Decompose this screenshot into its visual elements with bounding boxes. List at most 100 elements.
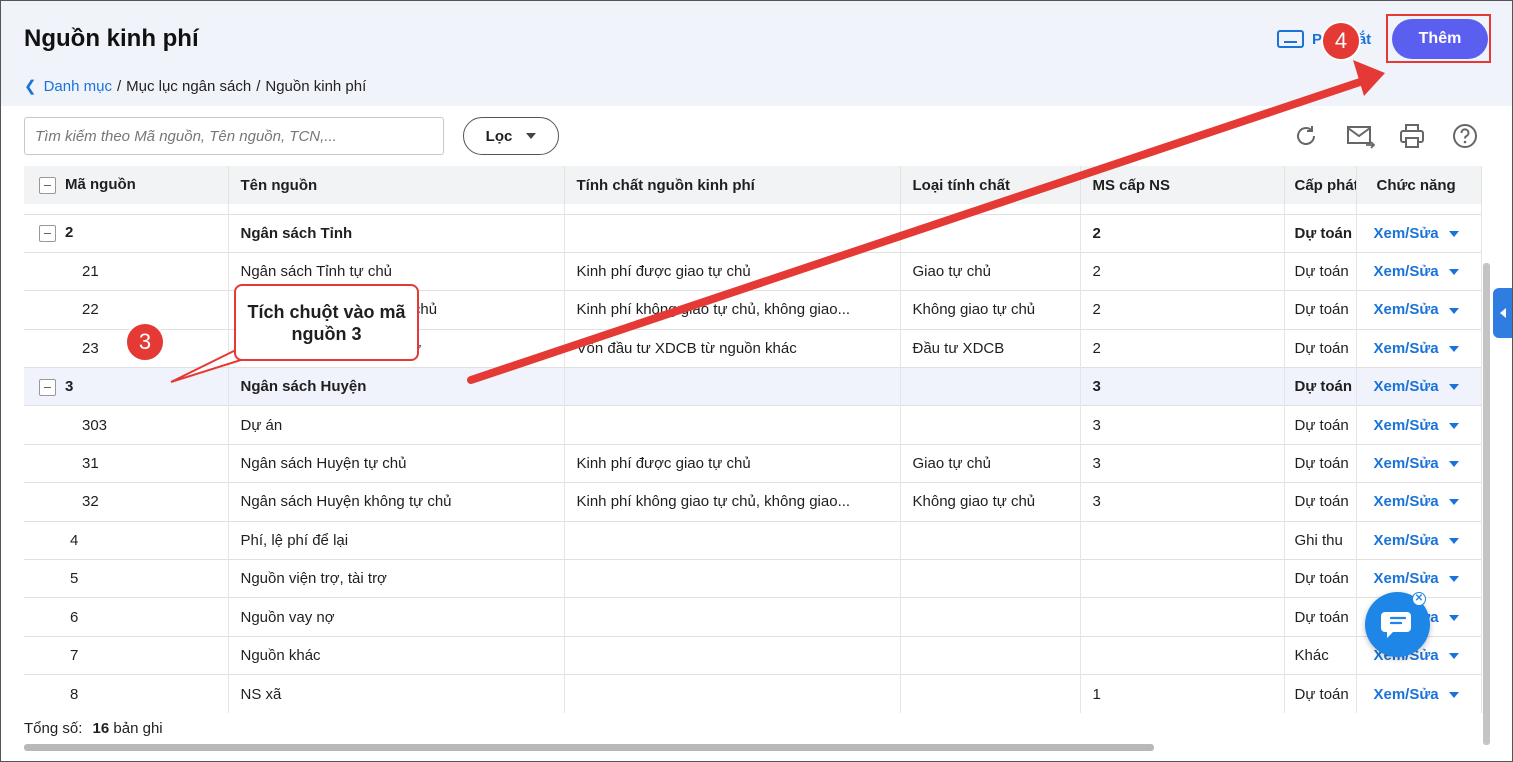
search-input[interactable] xyxy=(24,117,444,155)
column-header[interactable]: Mã nguồn xyxy=(24,166,229,204)
column-header[interactable]: Cấp phát xyxy=(1284,166,1357,204)
refresh-icon[interactable] xyxy=(1293,123,1319,149)
cell-nature xyxy=(564,559,901,598)
cell-type xyxy=(900,520,1081,560)
view-edit-link[interactable]: Xem/Sửa xyxy=(1374,263,1439,280)
horizontal-scrollbar[interactable] xyxy=(24,744,1154,751)
collapse-checkbox[interactable] xyxy=(39,378,56,396)
column-header[interactable]: Loại tính chất xyxy=(900,166,1081,204)
select-all-checkbox[interactable] xyxy=(39,176,56,194)
total-unit: bản ghi xyxy=(113,720,163,737)
cell-nature xyxy=(564,405,901,445)
chevron-down-icon[interactable] xyxy=(1448,269,1459,276)
step-badge-4: 4 xyxy=(1321,21,1361,61)
cell-code[interactable]: 4 xyxy=(24,520,229,560)
cell-code[interactable]: 2 xyxy=(24,213,229,253)
total-count: 16 xyxy=(92,720,110,737)
column-header[interactable]: Tính chất nguồn kinh phí xyxy=(564,166,901,204)
column-header[interactable]: MS cấp NS xyxy=(1080,166,1285,204)
email-icon[interactable] xyxy=(1346,123,1376,149)
chevron-down-icon[interactable] xyxy=(1448,614,1459,621)
cell-code[interactable]: 21 xyxy=(24,251,229,291)
help-icon[interactable] xyxy=(1452,123,1478,149)
cell-code[interactable]: 7 xyxy=(24,635,229,675)
chevron-down-icon[interactable] xyxy=(1448,499,1459,506)
table-row[interactable]: 32 Ngân sách Huyện không tự chủ Kinh phí k… xyxy=(24,482,1482,522)
cell-nature xyxy=(564,597,901,637)
view-edit-link[interactable]: Xem/Sửa xyxy=(1374,340,1439,357)
cell-type: Đầu tư XDCB xyxy=(900,328,1081,368)
toolbar: Lọc xyxy=(1,106,1512,164)
cell-cap: Dự toán xyxy=(1284,597,1357,637)
cell-cap: Dự toán xyxy=(1284,328,1357,368)
chevron-down-icon[interactable] xyxy=(1448,691,1459,698)
breadcrumb-back-link[interactable]: Danh mục xyxy=(44,78,112,95)
cell-code[interactable]: 6 xyxy=(24,597,229,637)
cell-code[interactable]: 32 xyxy=(24,482,229,522)
cell-nature xyxy=(564,635,901,675)
cell-ms: 3 xyxy=(1080,482,1285,522)
cell-ms xyxy=(1080,597,1285,637)
cell-cap: Ghi thu xyxy=(1284,520,1357,560)
page-title: Nguồn kinh phí xyxy=(24,25,199,52)
table-row[interactable]: 2 Ngân sách Tỉnh 2 Dự toán Xem/Sửa xyxy=(24,213,1482,253)
chevron-down-icon xyxy=(526,133,537,139)
table-row[interactable]: 4 Phí, lệ phí để lại Ghi thu Xem/Sửa xyxy=(24,520,1482,560)
table-row[interactable]: 8 NS xã 1 Dự toán Xem/Sửa xyxy=(24,674,1482,714)
cell-name: Nguồn viện trợ, tài trợ xyxy=(228,559,565,598)
collapse-checkbox[interactable] xyxy=(39,224,56,242)
table-row[interactable]: 6Nguồn vay nợDự toánXem/Sửa xyxy=(24,597,1482,637)
cell-code[interactable]: 303 xyxy=(24,405,229,445)
column-header[interactable]: Tên nguồn xyxy=(228,166,565,204)
chevron-left-icon[interactable]: ❮ xyxy=(24,77,37,95)
cell-type xyxy=(900,405,1081,445)
table-row[interactable]: 303 Dự án 3 Dự toán Xem/Sửa xyxy=(24,405,1482,445)
chevron-down-icon[interactable] xyxy=(1448,384,1459,391)
view-edit-link[interactable]: Xem/Sửa xyxy=(1374,225,1439,242)
filter-label: Lọc xyxy=(485,127,513,145)
column-header[interactable]: Chức năng xyxy=(1356,166,1482,204)
cell-cap: Dự toán xyxy=(1284,674,1357,714)
chevron-down-icon[interactable] xyxy=(1448,307,1459,314)
table-row[interactable]: 7Nguồn khácKhácXem/Sửa xyxy=(24,635,1482,675)
cell-code[interactable]: 22 xyxy=(24,290,229,330)
chevron-down-icon[interactable] xyxy=(1448,653,1459,660)
chevron-down-icon[interactable] xyxy=(1448,230,1459,237)
side-panel-toggle[interactable] xyxy=(1493,288,1512,338)
chevron-down-icon[interactable] xyxy=(1448,345,1459,352)
cell-ms xyxy=(1080,520,1285,560)
chevron-down-icon[interactable] xyxy=(1448,576,1459,583)
print-icon[interactable] xyxy=(1399,123,1425,149)
add-button[interactable]: Thêm xyxy=(1392,19,1488,59)
cell-name: Ngân sách Tỉnh xyxy=(228,213,565,253)
close-icon[interactable]: ✕ xyxy=(1412,592,1426,606)
chevron-down-icon[interactable] xyxy=(1448,461,1459,468)
filter-button[interactable]: Lọc xyxy=(463,117,559,155)
vertical-scrollbar[interactable] xyxy=(1483,263,1490,745)
table-row[interactable]: 31 Ngân sách Huyện tự chủ Kinh phí được gi… xyxy=(24,443,1482,483)
cell-code[interactable]: 31 xyxy=(24,443,229,483)
breadcrumb-current: Nguồn kinh phí xyxy=(265,77,367,95)
cell-actions: Xem/Sửa xyxy=(1356,443,1482,483)
chevron-down-icon[interactable] xyxy=(1448,422,1459,429)
view-edit-link[interactable]: Xem/Sửa xyxy=(1374,532,1439,549)
cell-type: Không giao tự chủ xyxy=(900,482,1081,522)
table-row[interactable]: 3 Ngân sách Huyện 3 Dự toán Xem/Sửa xyxy=(24,367,1482,406)
view-edit-link[interactable]: Xem/Sửa xyxy=(1374,686,1439,703)
cell-code[interactable]: 3 xyxy=(24,367,229,406)
cell-type: Không giao tự chủ xyxy=(900,290,1081,330)
cell-code[interactable]: 8 xyxy=(24,674,229,714)
table-row[interactable]: 5 Nguồn viện trợ, tài trợ Dự toán Xem/Sửa xyxy=(24,559,1482,598)
view-edit-link[interactable]: Xem/Sửa xyxy=(1374,417,1439,434)
view-edit-link[interactable]: Xem/Sửa xyxy=(1374,378,1439,395)
view-edit-link[interactable]: Xem/Sửa xyxy=(1374,570,1439,587)
cell-type xyxy=(900,635,1081,675)
view-edit-link[interactable]: Xem/Sửa xyxy=(1374,493,1439,510)
cell-name: Dự án xyxy=(228,405,565,445)
cell-nature xyxy=(564,674,901,714)
cell-actions: Xem/Sửa xyxy=(1356,213,1482,253)
view-edit-link[interactable]: Xem/Sửa xyxy=(1374,455,1439,472)
view-edit-link[interactable]: Xem/Sửa xyxy=(1374,301,1439,318)
chevron-down-icon[interactable] xyxy=(1448,537,1459,544)
cell-code[interactable]: 5 xyxy=(24,559,229,598)
